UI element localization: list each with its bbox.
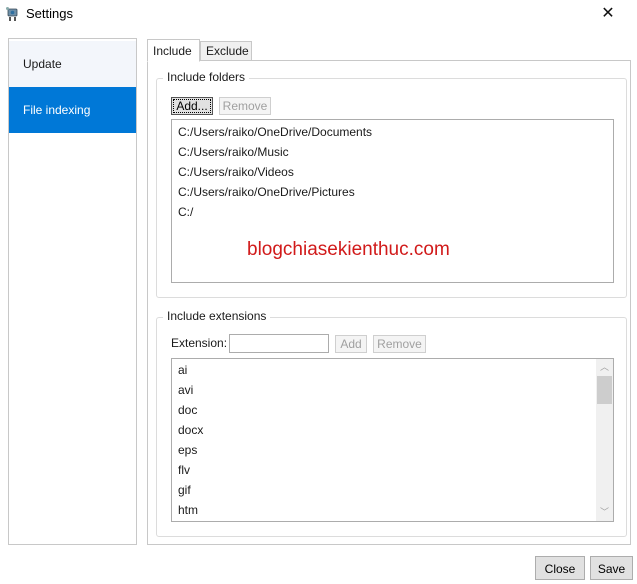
window-title: Settings: [26, 6, 73, 21]
list-item[interactable]: doc: [172, 400, 613, 420]
add-folder-button[interactable]: Add...: [171, 97, 213, 115]
folders-listbox[interactable]: C:/Users/raiko/OneDrive/Documents C:/Use…: [171, 119, 614, 283]
close-button[interactable]: Close: [535, 556, 585, 580]
extension-input[interactable]: [229, 334, 329, 353]
list-item[interactable]: htm: [172, 500, 613, 520]
scrollbar-thumb[interactable]: [597, 376, 612, 404]
title-bar: Settings ✕: [0, 0, 637, 30]
add-extension-button[interactable]: Add: [335, 335, 367, 353]
sidebar-item-file-indexing[interactable]: File indexing: [9, 87, 136, 133]
list-item[interactable]: gif: [172, 480, 613, 500]
scroll-down-icon[interactable]: ﹀: [596, 504, 613, 521]
vertical-scrollbar[interactable]: ︿ ﹀: [596, 359, 613, 521]
include-extensions-group: Include extensions Extension: Add Remove…: [156, 309, 627, 537]
include-folders-group: Include folders Add... Remove C:/Users/r…: [156, 70, 627, 298]
sidebar-item-update[interactable]: Update: [9, 41, 136, 87]
save-button[interactable]: Save: [590, 556, 633, 580]
list-item[interactable]: flv: [172, 460, 613, 480]
include-extensions-legend: Include extensions: [163, 309, 271, 323]
tab-include[interactable]: Include: [147, 39, 200, 62]
sidebar-item-label: Update: [23, 57, 62, 71]
list-item[interactable]: ai: [172, 360, 613, 380]
list-item[interactable]: eps: [172, 440, 613, 460]
list-item[interactable]: docx: [172, 420, 613, 440]
extension-label: Extension:: [171, 336, 228, 350]
list-item[interactable]: C:/: [172, 202, 613, 222]
sidebar-item-label: File indexing: [23, 103, 91, 117]
scroll-up-icon[interactable]: ︿: [596, 359, 613, 376]
include-folders-legend: Include folders: [163, 70, 250, 84]
list-item[interactable]: C:/Users/raiko/OneDrive/Pictures: [172, 182, 613, 202]
extensions-listbox[interactable]: ai avi doc docx eps flv gif htm ︿ ﹀: [171, 358, 614, 522]
settings-app-icon: [6, 7, 18, 21]
remove-extension-button[interactable]: Remove: [373, 335, 426, 353]
list-item[interactable]: C:/Users/raiko/Videos: [172, 162, 613, 182]
remove-folder-button[interactable]: Remove: [219, 97, 271, 115]
close-window-button[interactable]: ✕: [594, 3, 622, 25]
watermark-text: blogchiasekienthuc.com: [247, 239, 450, 260]
list-item[interactable]: C:/Users/raiko/Music: [172, 142, 613, 162]
list-item[interactable]: avi: [172, 380, 613, 400]
close-icon: ✕: [601, 5, 615, 22]
sidebar: Update File indexing: [8, 38, 137, 545]
include-tab-panel: Include folders Add... Remove C:/Users/r…: [147, 60, 631, 545]
tab-exclude[interactable]: Exclude: [200, 41, 252, 61]
list-item[interactable]: C:/Users/raiko/OneDrive/Documents: [172, 122, 613, 142]
